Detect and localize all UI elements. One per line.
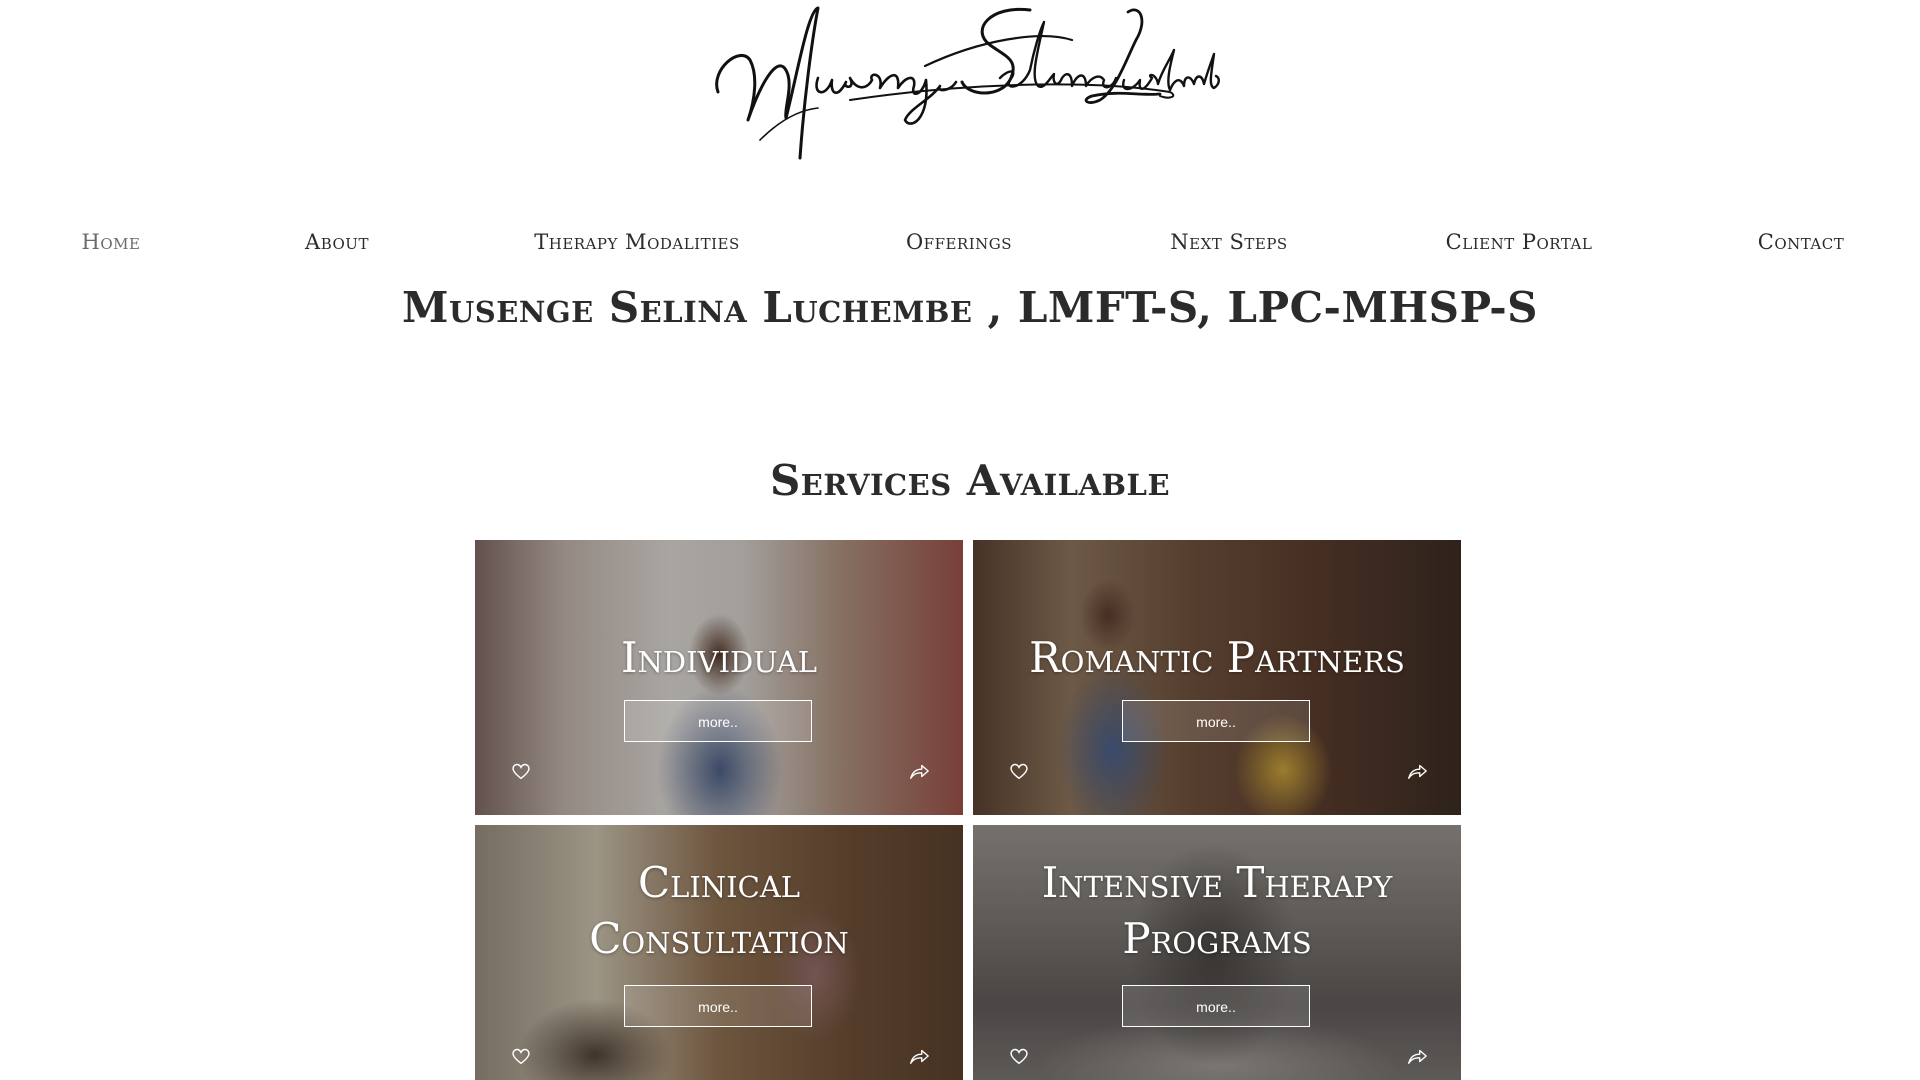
service-card-clinical-consultation[interactable]: Clinical Consultation more.. [475,825,963,1080]
share-arrow-icon[interactable] [1406,1045,1428,1067]
main-navigation: Home About Therapy Modalities Offerings … [0,230,1920,262]
page: Home About Therapy Modalities Offerings … [0,0,1920,1080]
service-card-intensive-therapy-programs[interactable]: Intensive Therapy Programs more.. [973,825,1461,1080]
share-arrow-icon[interactable] [908,1045,930,1067]
nav-item-about[interactable]: About [305,230,369,254]
card-title: Individual [620,633,818,682]
card-title-line-2: Programs [1122,914,1312,963]
nav-item-client-portal[interactable]: Client Portal [1446,230,1593,254]
card-title: Romantic Partners [1029,633,1405,682]
nav-item-offerings[interactable]: Offerings [906,230,1012,254]
heart-icon[interactable] [1008,1045,1030,1067]
service-card-individual[interactable]: Individual more.. [475,540,963,815]
more-button[interactable]: more.. [1122,700,1310,742]
service-card-romantic-partners[interactable]: Romantic Partners more.. [973,540,1461,815]
share-arrow-icon[interactable] [1406,760,1428,782]
services-section-title: Services Available [769,456,1171,505]
card-title-line-1: Intensive Therapy [1041,858,1393,907]
heart-icon[interactable] [510,760,532,782]
signature-logo[interactable] [700,0,1220,165]
card-title-line-1: Clinical [637,858,801,907]
nav-item-therapy-modalities[interactable]: Therapy Modalities [534,230,740,254]
heart-icon[interactable] [510,1045,532,1067]
share-arrow-icon[interactable] [908,760,930,782]
nav-item-home[interactable]: Home [82,230,141,254]
nav-item-next-steps[interactable]: Next Steps [1170,230,1287,254]
page-title: Musenge Selina Luchembe , LMFT-S, LPC-MH… [401,283,1539,332]
more-button[interactable]: more.. [624,700,812,742]
nav-item-contact[interactable]: Contact [1758,230,1845,254]
heart-icon[interactable] [1008,760,1030,782]
more-button[interactable]: more.. [1122,985,1310,1027]
more-button[interactable]: more.. [624,985,812,1027]
card-title-line-2: Consultation [589,914,849,963]
